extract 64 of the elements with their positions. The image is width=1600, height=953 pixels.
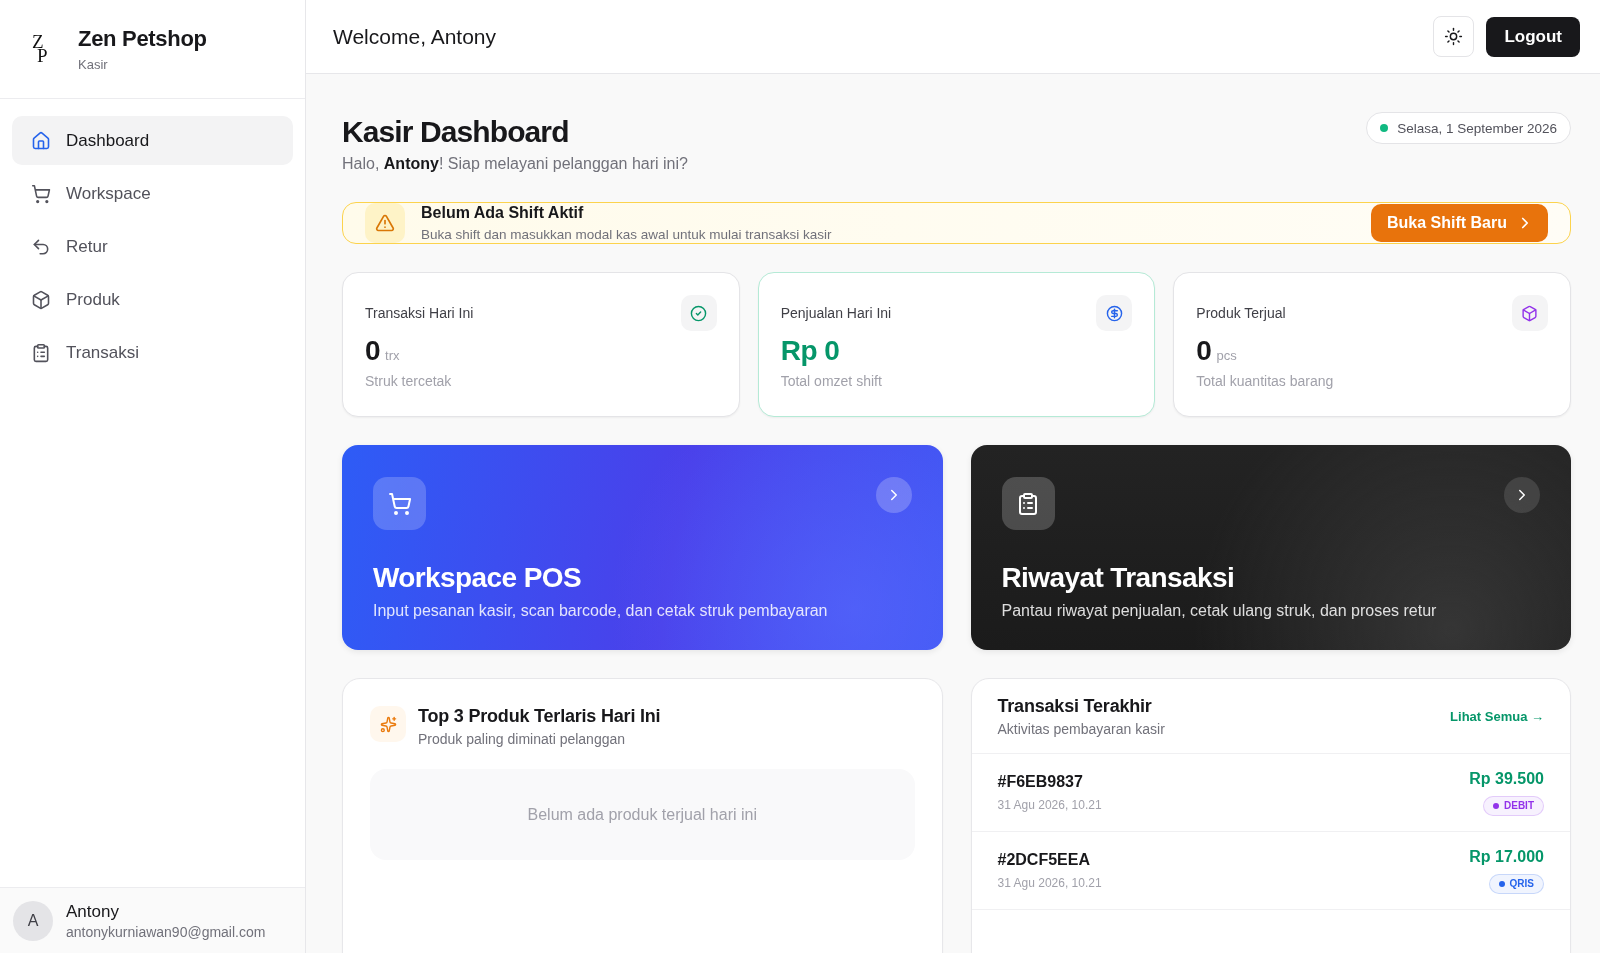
stat-label: Penjualan Hari Ini (780, 305, 892, 321)
stat-value: Rp 0 (780, 335, 840, 367)
card-subtitle: Produk paling diminati pelanggan (418, 731, 627, 747)
home-icon (31, 130, 51, 151)
brand-name: Zen Petshop (78, 26, 207, 52)
chevron-right-icon (875, 477, 912, 513)
greeting-text: Halo, Antony! Siap melayani pelanggan hari ini? (342, 154, 688, 174)
stat-caption: Struk tercetak (365, 373, 453, 389)
shortcut-title: Riwayat Transaksi (1001, 562, 1236, 594)
transaction-id: #F6EB9837 (997, 773, 1084, 791)
clipboard-icon (31, 342, 51, 363)
sparkle-icon (370, 706, 406, 742)
stat-label: Transaksi Hari Ini (365, 305, 474, 321)
shortcut-description: Pantau riwayat penjualan, cetak ulang struk, dan proses retur (1001, 602, 1438, 620)
payment-method: QRIS (1509, 878, 1534, 889)
avatar: A (13, 900, 53, 941)
transaction-time: 31 Agu 2026, 10.21 (997, 798, 1102, 812)
transaction-amount: Rp 39.500 (1469, 769, 1544, 788)
theme-toggle-button[interactable] (1433, 16, 1475, 57)
clipboard-icon (1001, 477, 1055, 530)
alert-message: Buka shift dan masukkan modal kas awal untuk mulai transaksi kasir (421, 227, 833, 242)
nav-item[interactable]: Workspace (12, 169, 293, 218)
stat-value: 0 (365, 335, 381, 367)
user-name: Antony (66, 901, 120, 922)
warning-icon (365, 203, 405, 243)
stat-unit: trx (385, 348, 400, 363)
card-title: Transaksi Terakhir (997, 695, 1153, 717)
return-arrow-icon (31, 236, 51, 257)
card-title: Top 3 Produk Terlaris Hari Ini (418, 706, 661, 727)
stat-caption: Total omzet shift (780, 373, 883, 389)
brand-role: Kasir (78, 57, 109, 72)
logout-button[interactable]: Logout (1486, 16, 1580, 57)
nav-item[interactable]: Retur (12, 222, 293, 271)
user-email: antonykurniawan90@gmail.com (66, 923, 266, 940)
stat-unit: pcs (1216, 348, 1237, 363)
logo: ZP (32, 35, 49, 63)
empty-state-message: Belum ada produk terjual hari ini (370, 769, 915, 860)
nav-item[interactable]: Transaksi (12, 328, 293, 377)
card-subtitle: Aktivitas pembayaran kasir (997, 720, 1165, 737)
alert-title: Belum Ada Shift Aktif (421, 204, 585, 222)
payment-method: DEBIT (1504, 800, 1534, 811)
welcome-text: Welcome, Antony (333, 24, 497, 49)
status-dot-icon (1380, 124, 1389, 132)
sun-icon (1444, 27, 1464, 46)
shortcut-description: Input pesanan kasir, scan barcode, dan cetak struk pembayaran (373, 602, 829, 620)
box-icon (1512, 295, 1548, 331)
page-title: Kasir Dashboard (342, 114, 570, 150)
cart-icon (373, 477, 426, 530)
date-text: Selasa, 1 September 2026 (1397, 120, 1557, 136)
shortcut-card[interactable]: Riwayat Transaksi Pantau riwayat penjualan, cetak ulang struk, dan proses retur (970, 445, 1571, 650)
shortcut-title: Workspace POS (373, 562, 582, 594)
stat-caption: Total kuantitas barang (1196, 373, 1335, 389)
shortcut-card[interactable]: Workspace POS Input pesanan kasir, scan barcode, dan cetak struk pembayaran (342, 445, 943, 650)
view-all-link[interactable]: Lihat Semua → (1450, 708, 1544, 724)
chevron-right-icon (1504, 477, 1540, 513)
cart-icon (31, 183, 51, 204)
box-icon (31, 289, 51, 310)
transaction-time: 31 Agu 2026, 10.21 (997, 876, 1102, 890)
transaction-amount: Rp 17.000 (1469, 847, 1544, 866)
nav-item[interactable]: Dashboard (12, 116, 293, 165)
nav-item[interactable]: Produk (12, 275, 293, 324)
transaction-id: #2DCF5EEA (997, 851, 1091, 869)
stat-label: Produk Terjual (1196, 305, 1286, 321)
stat-value: 0 (1196, 335, 1212, 367)
